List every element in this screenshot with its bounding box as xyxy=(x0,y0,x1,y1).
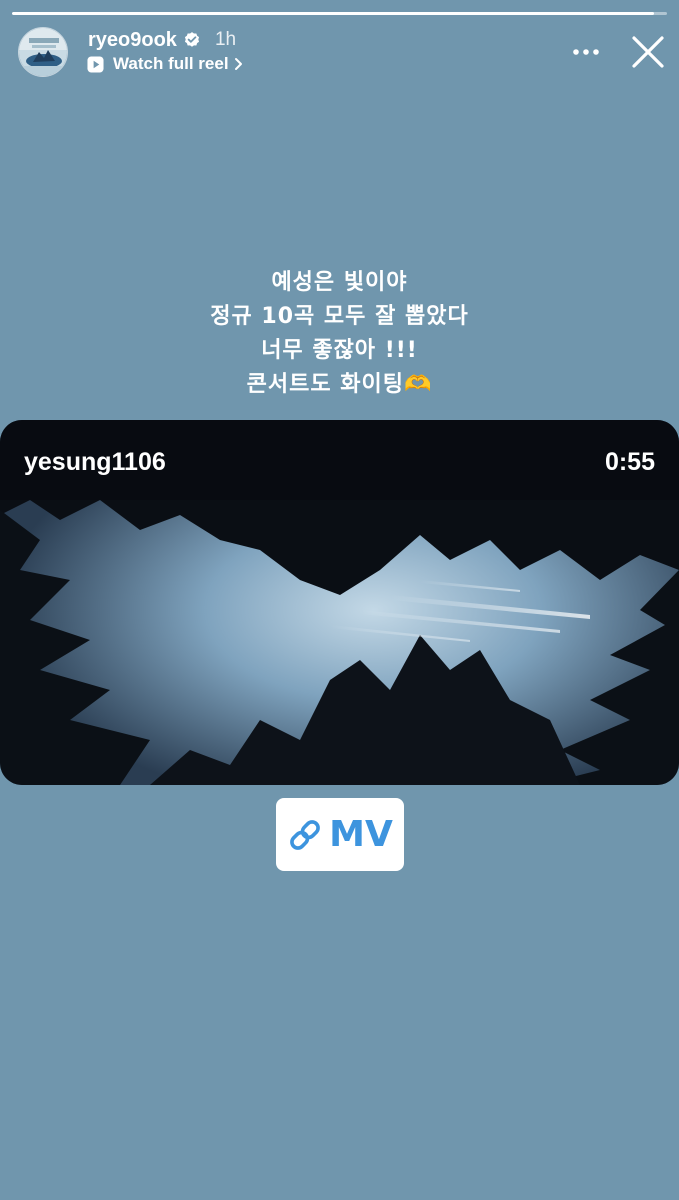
chevron-right-icon xyxy=(234,58,242,70)
caption-line: 콘서트도 화이팅🫶 xyxy=(246,372,433,397)
verified-badge-icon xyxy=(184,32,199,47)
reel-duration: 0:55 xyxy=(604,448,655,476)
story-progress-fill xyxy=(12,12,654,15)
link-sticker[interactable]: MV xyxy=(276,798,404,871)
watch-full-reel-label: Watch full reel xyxy=(113,54,229,73)
watch-full-reel-link[interactable]: Watch full reel xyxy=(87,53,243,75)
caption-line: 예성은 빛이야 xyxy=(271,270,408,295)
play-icon xyxy=(87,55,104,73)
caption-line: 너무 좋잖아 !!! xyxy=(261,338,418,363)
reel-author-username: yesung1106 xyxy=(24,448,166,476)
username[interactable]: ryeo9ook xyxy=(88,29,177,52)
close-icon[interactable] xyxy=(630,34,666,70)
reel-video-card[interactable]: yesung1106 0:55 xyxy=(0,420,679,785)
more-options-icon[interactable] xyxy=(572,38,600,66)
story-caption: 예성은 빛이야 정규 10곡 모두 잘 뽑았다 너무 좋잖아 !!! 콘서트도 … xyxy=(0,266,679,402)
avatar[interactable] xyxy=(18,27,68,77)
story-header: ryeo9ook 1h xyxy=(88,28,236,52)
avatar-image xyxy=(19,28,67,76)
link-sticker-label: MV xyxy=(329,814,393,855)
link-icon xyxy=(290,819,321,850)
story-progress-bar xyxy=(12,12,667,15)
timestamp: 1h xyxy=(214,29,237,50)
caption-line: 정규 10곡 모두 잘 뽑았다 xyxy=(210,304,469,329)
